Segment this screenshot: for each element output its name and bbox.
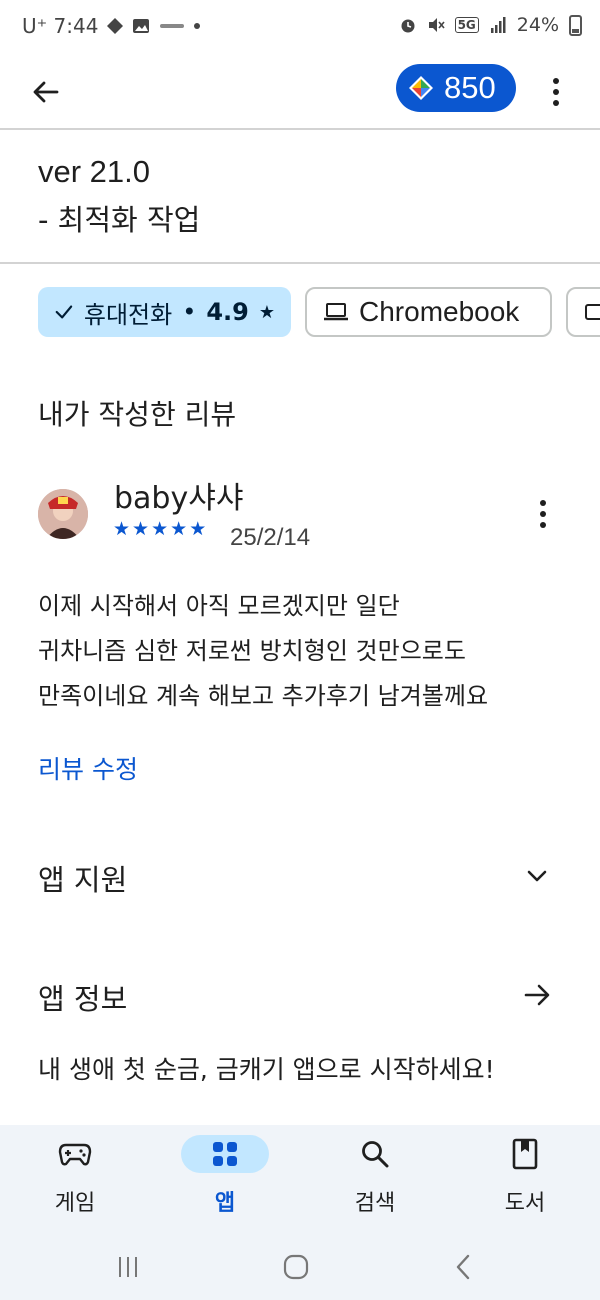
- device-chips: 휴대전화 • 4.9 ★ Chromebook: [38, 287, 600, 337]
- nav-apps[interactable]: 앱: [170, 1133, 280, 1229]
- more-dot: [553, 89, 559, 95]
- app-notification-icon: [160, 24, 185, 28]
- recent-apps-icon: [119, 1257, 137, 1277]
- alarm-icon: [401, 19, 415, 33]
- app-info-row[interactable]: 앱 정보: [0, 964, 600, 1024]
- chip-tablet[interactable]: [566, 287, 600, 337]
- nav-search-label: 검색: [354, 1191, 396, 1216]
- edit-review-link[interactable]: 리뷰 수정: [38, 750, 138, 786]
- status-bar: U⁺ 7:44 5G 24%: [0, 0, 600, 56]
- status-time: U⁺ 7:44: [22, 14, 99, 38]
- arrow-back-icon: [33, 81, 59, 103]
- chevron-down-icon: [527, 870, 547, 882]
- app-info-title: 앱 정보: [38, 982, 128, 1016]
- star-rating: ★ ★ ★ ★ ★: [113, 518, 206, 540]
- battery-icon: [569, 14, 582, 36]
- nav-search-icon-wrap: [331, 1135, 419, 1173]
- back-nav-button[interactable]: [444, 1249, 484, 1285]
- more-notifications-dot: [194, 23, 201, 29]
- reviewer-name: baby샤샤: [114, 481, 244, 516]
- star-icon: ★: [151, 518, 169, 540]
- nav-games[interactable]: 게임: [20, 1133, 130, 1229]
- chip-separator: •: [182, 298, 197, 326]
- chip-phone-rating: 4.9: [206, 298, 249, 326]
- nav-search[interactable]: 검색: [320, 1133, 430, 1229]
- review-date: 25/2/14: [230, 524, 311, 551]
- laptop-icon: [324, 303, 348, 321]
- nav-apps-label: 앱: [214, 1191, 236, 1216]
- nav-apps-icon-wrap: [181, 1135, 269, 1173]
- more-dot: [553, 100, 559, 106]
- app-bar: 850: [0, 56, 600, 130]
- check-icon: [55, 305, 73, 319]
- star-icon: ★: [132, 518, 150, 540]
- star-icon: ★: [113, 518, 131, 540]
- review-line: 만족이네요 계속 해보고 추가후기 남겨볼께요: [38, 682, 489, 710]
- recent-apps-button[interactable]: [108, 1249, 148, 1285]
- status-left: U⁺ 7:44: [22, 14, 201, 38]
- mute-icon: [428, 18, 445, 32]
- chip-chromebook-label: Chromebook: [359, 296, 520, 327]
- review-text: 이제 시작해서 아직 모르겠지만 일단 귀차니즘 심한 저로썬 방치형인 것만으…: [38, 584, 578, 719]
- review-line: 귀차니즘 심한 저로썬 방치형인 것만으로도: [38, 637, 466, 665]
- nav-games-label: 게임: [54, 1191, 96, 1216]
- points-value: 850: [444, 70, 496, 105]
- more-dot: [540, 500, 546, 506]
- back-chevron-icon: [456, 1254, 470, 1280]
- review-line: 이제 시작해서 아직 모르겠지만 일단: [38, 592, 400, 620]
- my-review-title: 내가 작성한 리뷰: [38, 398, 237, 431]
- network-label: 5G: [454, 17, 479, 33]
- arrow-right-icon: [524, 984, 550, 1006]
- whats-new-version: ver 21.0: [38, 154, 151, 189]
- system-navigation: [0, 1235, 600, 1300]
- home-button[interactable]: [276, 1249, 316, 1285]
- nav-books[interactable]: 도서: [470, 1133, 580, 1229]
- signal-icon: [490, 17, 506, 33]
- section-divider: [0, 262, 600, 264]
- chip-chromebook[interactable]: Chromebook: [305, 287, 552, 337]
- battery-percent: 24%: [516, 14, 559, 36]
- avatar: [38, 489, 88, 539]
- apps-grid-icon: [213, 1142, 237, 1166]
- play-points-badge[interactable]: 850: [396, 64, 516, 112]
- nav-games-icon-wrap: [31, 1135, 119, 1173]
- review-more-button[interactable]: [530, 496, 556, 532]
- more-options-button[interactable]: [538, 68, 574, 116]
- gallery-icon: [133, 19, 150, 33]
- chip-phone[interactable]: 휴대전화 • 4.9 ★: [38, 287, 291, 337]
- bookmark-icon: [512, 1138, 538, 1170]
- whats-new-detail: - 최적화 작업: [38, 203, 201, 237]
- play-points-diamond-icon: [409, 76, 433, 100]
- chip-phone-label: 휴대전화: [83, 300, 173, 329]
- more-dot: [540, 522, 546, 528]
- more-dot: [540, 511, 546, 517]
- star-icon: ★: [258, 301, 275, 323]
- nav-books-icon-wrap: [481, 1135, 569, 1173]
- star-icon: ★: [170, 518, 188, 540]
- home-icon: [283, 1254, 309, 1280]
- whats-new-text: ver 21.0 - 최적화 작업: [38, 148, 578, 244]
- back-button[interactable]: [22, 68, 70, 116]
- star-icon: ★: [189, 518, 207, 540]
- gamepad-icon: [58, 1143, 92, 1166]
- app-support-title: 앱 지원: [38, 863, 128, 897]
- app-support-row[interactable]: 앱 지원: [0, 845, 600, 905]
- more-dot: [553, 78, 559, 84]
- search-icon: [362, 1141, 389, 1168]
- bottom-navigation: 게임 앱 검색 도서: [0, 1125, 600, 1235]
- app-description: 내 생애 첫 순금, 금캐기 앱으로 시작하세요!: [38, 1055, 495, 1084]
- tablet-icon: [585, 304, 600, 320]
- status-right: 5G 24%: [399, 14, 582, 36]
- nav-books-label: 도서: [504, 1191, 546, 1216]
- notification-diamond-icon: [107, 18, 124, 34]
